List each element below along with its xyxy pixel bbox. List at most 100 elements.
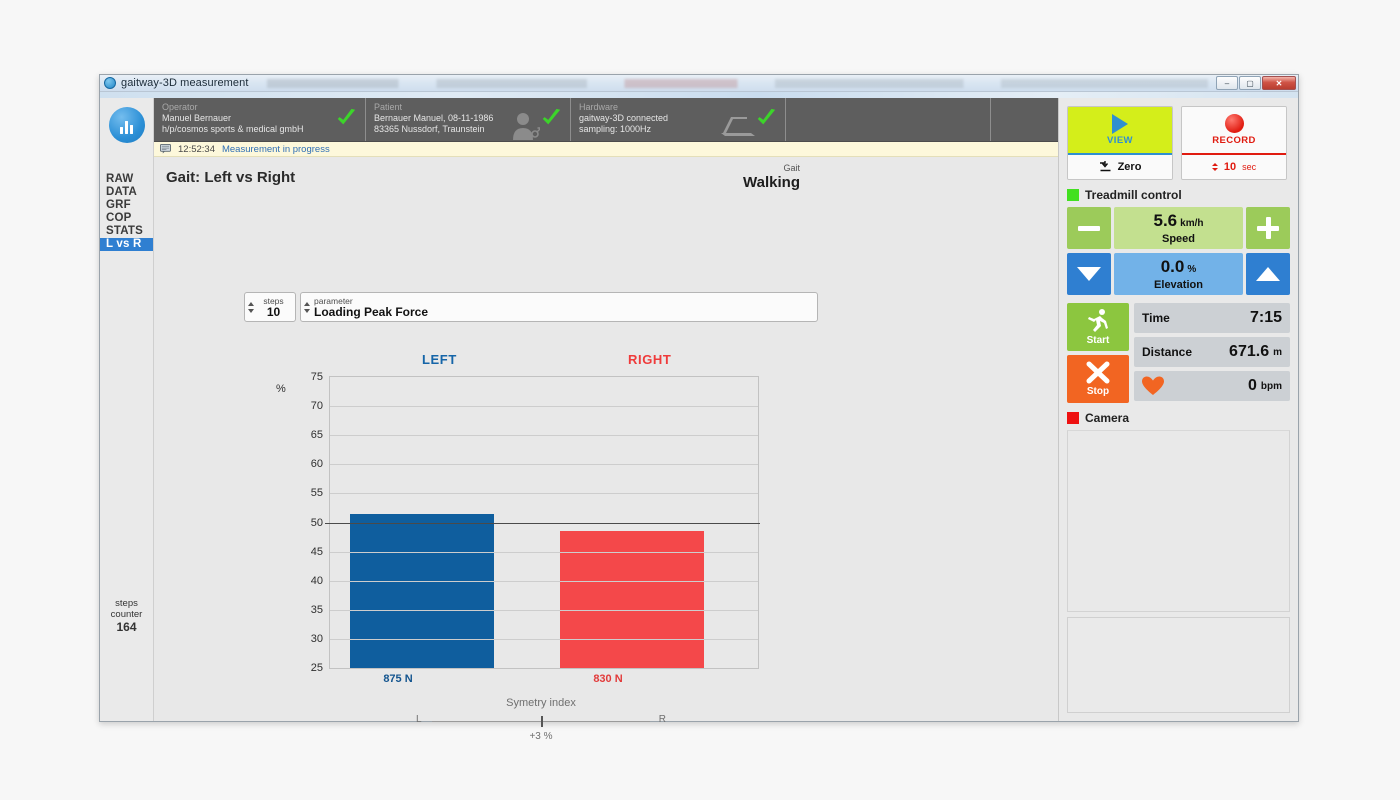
y-axis-tick: 60 — [301, 458, 323, 470]
elevation-increase-button[interactable] — [1246, 253, 1290, 295]
y-axis-tick: 65 — [301, 429, 323, 441]
gridline — [330, 406, 758, 407]
minimize-button[interactable]: – — [1216, 76, 1238, 90]
gridline — [330, 581, 758, 582]
heart-rate-readout: 0 bpm — [1134, 371, 1290, 401]
elevation-decrease-button[interactable] — [1067, 253, 1111, 295]
chart-label-left: LEFT — [422, 352, 457, 367]
elevation-value-row: 0.0% — [1161, 258, 1197, 279]
speed-display: 5.6km/h Speed — [1114, 207, 1243, 249]
symmetry-left-end: L — [416, 714, 422, 725]
window-title: gaitway-3D measurement — [121, 77, 249, 89]
sidebar-item-raw[interactable]: RAW — [100, 173, 153, 186]
bar-left-value: 875 N — [326, 673, 470, 685]
speed-name: Speed — [1162, 233, 1195, 245]
sidebar: RAW DATA GRF COP STATS L vs R steps coun… — [100, 98, 154, 721]
record-card: RECORD 10 sec — [1181, 106, 1287, 180]
play-icon — [1112, 114, 1128, 134]
sidebar-item-stats[interactable]: STATS — [100, 225, 153, 238]
runner-icon — [1084, 308, 1112, 334]
symmetry-title: Symetry index — [416, 697, 666, 709]
symmetry-right-end: R — [659, 714, 666, 725]
symmetry-scale: L R — [416, 714, 666, 730]
distance-unit: m — [1273, 347, 1282, 358]
status-card-hardware[interactable]: Hardware gaitway-3D connected sampling: … — [571, 98, 786, 141]
hardware-title: Hardware — [579, 102, 777, 113]
heart-icon — [1142, 376, 1164, 396]
view-button-label: VIEW — [1107, 135, 1133, 146]
steps-counter-line2: counter — [100, 609, 153, 620]
record-duration-unit: sec — [1242, 162, 1256, 172]
stepper-arrows-icon[interactable] — [1212, 163, 1218, 171]
treadmill-controls: 5.6km/h Speed 0.0% — [1067, 207, 1290, 299]
window-controls: – ▢ ✕ — [1216, 76, 1296, 90]
y-axis-unit: % — [276, 383, 286, 395]
sidebar-item-cop[interactable]: COP — [100, 212, 153, 225]
chevron-down-icon[interactable] — [1212, 168, 1218, 171]
sidebar-item-l-vs-r[interactable]: L vs R — [100, 238, 153, 251]
sidebar-items: RAW DATA GRF COP STATS L vs R — [100, 173, 153, 251]
right-panel: VIEW Zero RECORD — [1058, 98, 1298, 721]
check-icon — [755, 107, 777, 129]
gridline — [330, 435, 758, 436]
bar-chart-glyph — [120, 120, 133, 134]
chart-plot-area: 7570656055504540353025 — [329, 376, 759, 669]
maximize-button[interactable]: ▢ — [1239, 76, 1261, 90]
speed-increase-button[interactable] — [1246, 207, 1290, 249]
camera-heading: Camera — [1059, 403, 1298, 430]
y-axis-tick: 25 — [301, 662, 323, 674]
gridline — [330, 610, 758, 611]
title-bar: gaitway-3D measurement – ▢ ✕ — [100, 75, 1298, 92]
speed-value: 5.6 — [1154, 211, 1178, 230]
plus-icon — [1257, 217, 1279, 239]
stop-button[interactable]: Stop — [1067, 355, 1129, 403]
message-time: 12:52:34 — [178, 144, 215, 155]
sidebar-item-data[interactable]: DATA — [100, 186, 153, 199]
view-button[interactable]: VIEW — [1068, 107, 1172, 153]
y-axis-tick: 50 — [301, 517, 323, 529]
status-card-patient[interactable]: Patient Bernauer Manuel, 08-11-1986 8336… — [366, 98, 571, 141]
speed-row: 5.6km/h Speed — [1067, 207, 1290, 249]
person-icon — [510, 110, 540, 140]
symmetry-marker — [541, 716, 543, 727]
speed-unit: km/h — [1180, 218, 1203, 229]
zero-button[interactable]: Zero — [1068, 155, 1172, 179]
status-square-green — [1067, 189, 1079, 201]
status-card-empty-2[interactable] — [991, 98, 1058, 141]
y-axis-tick: 30 — [301, 633, 323, 645]
record-button[interactable]: RECORD — [1182, 107, 1286, 153]
operator-title: Operator — [162, 102, 357, 113]
start-button-label: Start — [1087, 335, 1110, 346]
speed-decrease-button[interactable] — [1067, 207, 1111, 249]
symmetry-index: Symetry index L R +3 % — [416, 697, 666, 742]
start-button[interactable]: Start — [1067, 303, 1129, 351]
gridline — [330, 493, 758, 494]
chevron-up-icon[interactable] — [1212, 163, 1218, 166]
heart-rate-unit: bpm — [1261, 381, 1282, 392]
y-axis-tick: 55 — [301, 487, 323, 499]
view-card: VIEW Zero — [1067, 106, 1173, 180]
record-duration-stepper[interactable]: 10 sec — [1182, 155, 1286, 179]
steps-counter-value: 164 — [100, 622, 153, 633]
zero-button-label: Zero — [1118, 161, 1142, 173]
right-bottom-strip — [1067, 617, 1290, 713]
symmetry-value: +3 % — [416, 731, 666, 742]
y-axis-tick: 75 — [301, 371, 323, 383]
title-bar-blurred-area — [267, 79, 1208, 88]
distance-readout: Distance 671.6 m — [1134, 337, 1290, 367]
treadmill-control-label: Treadmill control — [1085, 188, 1182, 202]
elevation-display: 0.0% Elevation — [1114, 253, 1243, 295]
minus-icon — [1078, 226, 1100, 231]
elevation-value: 0.0 — [1161, 257, 1185, 276]
status-card-operator[interactable]: Operator Manuel Bernauer h/p/cosmos spor… — [154, 98, 366, 141]
gridline — [330, 639, 758, 640]
check-icon — [335, 107, 357, 129]
time-readout: Time 7:15 — [1134, 303, 1290, 333]
sidebar-item-grf[interactable]: GRF — [100, 199, 153, 212]
close-button[interactable]: ✕ — [1262, 76, 1296, 90]
status-card-empty-1[interactable] — [786, 98, 991, 141]
close-x-icon — [1085, 361, 1111, 385]
camera-preview[interactable] — [1067, 430, 1290, 612]
start-stop-column: Start Stop — [1067, 303, 1129, 403]
gridline — [330, 552, 758, 553]
